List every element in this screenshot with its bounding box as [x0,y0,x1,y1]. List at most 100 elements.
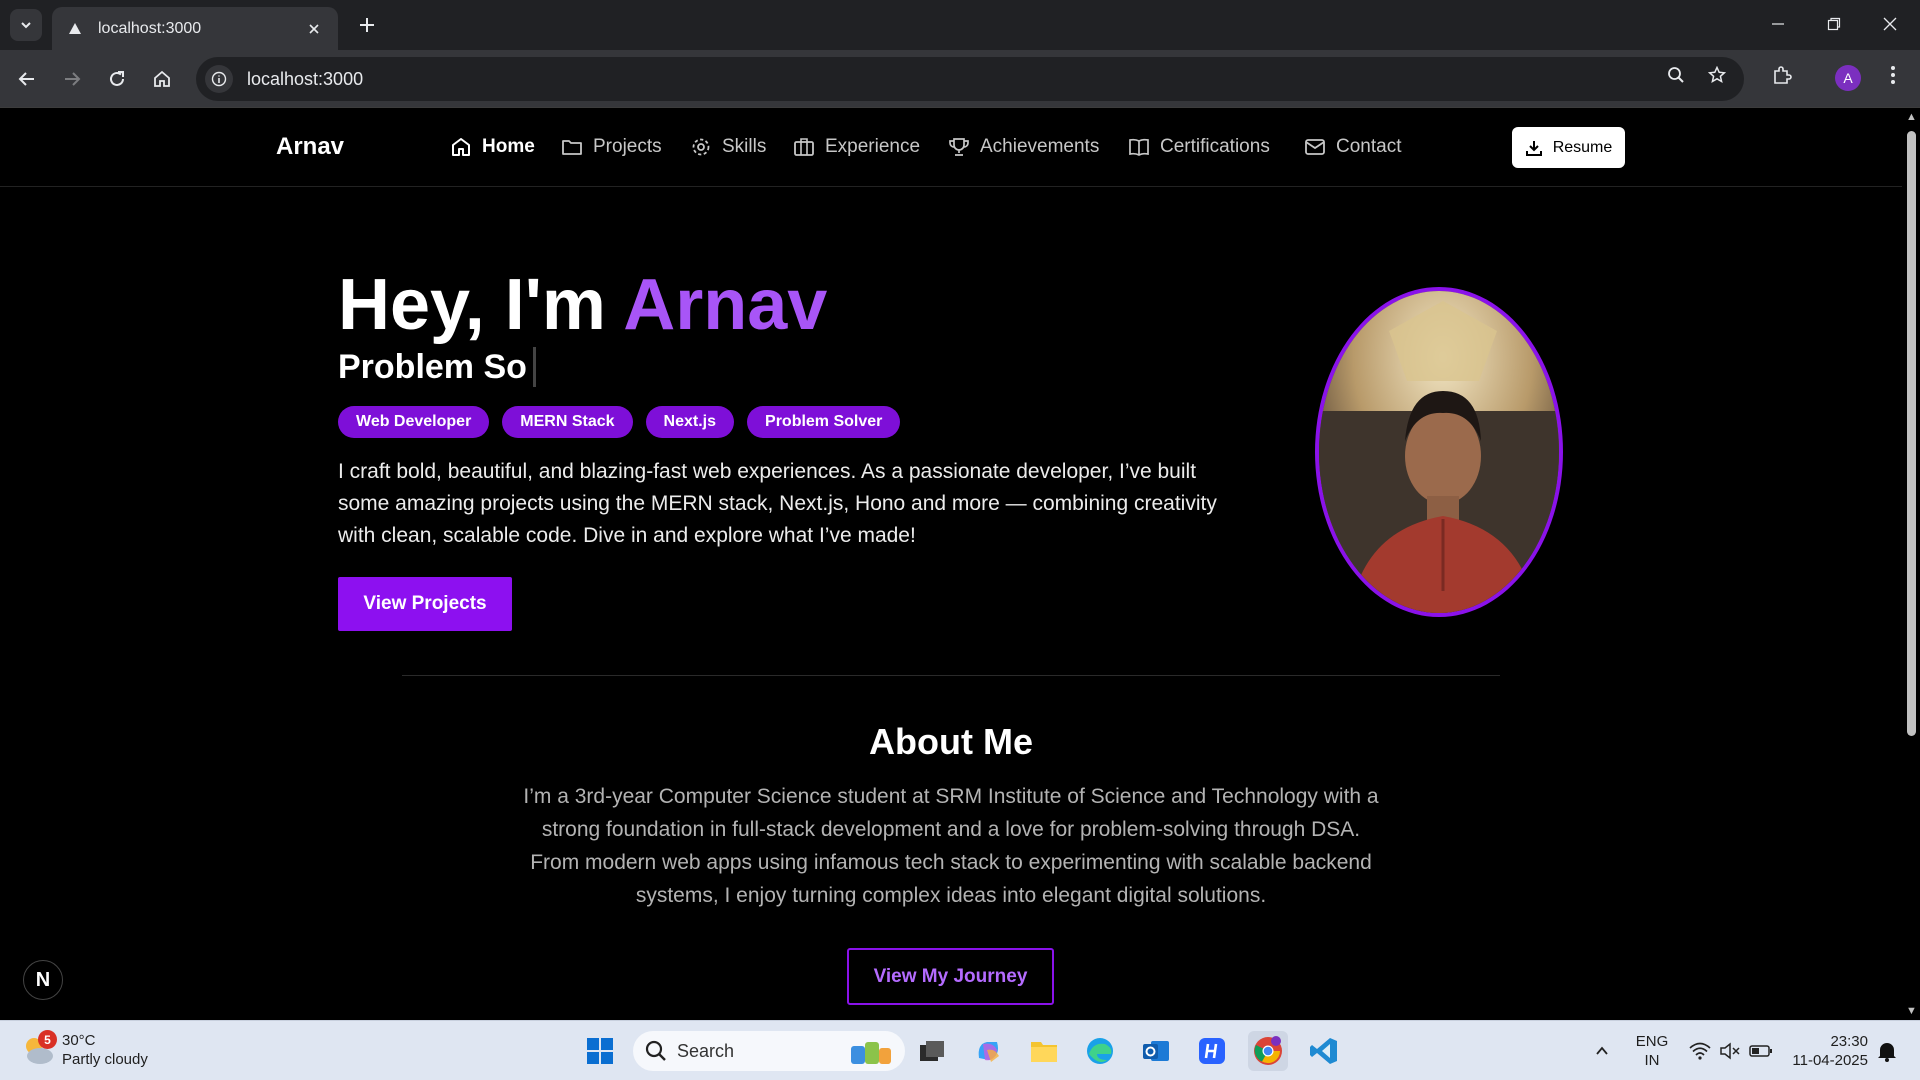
nav-label: Contact [1336,136,1402,157]
partly-cloudy-icon: 5 [20,1030,57,1068]
view-journey-button[interactable]: View My Journey [847,948,1054,1005]
edge-button[interactable] [1080,1031,1120,1071]
menu-button[interactable] [1878,60,1908,90]
outlook-icon [1143,1041,1169,1061]
nextjs-dev-indicator[interactable]: N [23,960,63,1000]
reload-button[interactable] [100,62,134,96]
clock-time: 23:30 [1830,1033,1868,1050]
extensions-button[interactable] [1767,60,1797,90]
close-icon [1883,17,1897,31]
puzzle-icon [1774,66,1792,84]
windows-taskbar: 5 30°C Partly cloudy Search ENG IN 23:30… [0,1020,1920,1080]
chevron-up-icon [1596,1046,1608,1055]
nav-label: Experience [825,136,921,157]
url-text[interactable]: localhost:3000 [247,69,363,90]
nav-label: Achievements [980,136,1100,157]
language-code: ENG [1635,1033,1669,1050]
site-info-icon[interactable] [205,65,233,93]
notifications-button[interactable] [1872,1031,1902,1071]
scroll-down-icon[interactable]: ▼ [1906,1006,1917,1017]
scroll-up-icon[interactable]: ▲ [1906,112,1917,123]
trophy-icon [949,138,969,156]
bell-icon [1878,1043,1896,1062]
hashnode-button[interactable] [1192,1031,1232,1071]
weather-widget[interactable]: 5 30°C Partly cloudy [20,1030,148,1069]
more-vert-icon [1891,66,1895,84]
about-text: I’m a 3rd-year Computer Science student … [523,785,1379,907]
minimize-button[interactable] [1750,0,1806,48]
nav-item-contact[interactable]: Contact [1304,133,1401,161]
tag-pill: Problem Solver [747,406,901,438]
scroll-thumb[interactable] [1907,131,1916,736]
windows-logo-icon [587,1038,613,1064]
view-projects-button[interactable]: View Projects [338,577,512,631]
restore-button[interactable] [1806,0,1862,48]
nav-label: Certifications [1160,136,1270,157]
home-button[interactable] [145,62,179,96]
about-title: About Me [869,721,1033,762]
quick-settings-button[interactable] [1676,1031,1786,1071]
back-button[interactable] [10,62,44,96]
nav-item-skills[interactable]: Skills [690,133,766,161]
file-explorer-button[interactable] [1024,1031,1064,1071]
language-indicator[interactable]: ENG IN [1632,1032,1672,1070]
chevron-down-icon [21,22,31,29]
nav-item-experience[interactable]: Experience [793,133,920,161]
nav-item-achievements[interactable]: Achievements [948,133,1099,161]
page-scrollbar[interactable]: ▲ ▼ [1902,109,1920,1020]
weather-desc: Partly cloudy [62,1051,148,1068]
vscode-icon [1310,1038,1337,1064]
nav-item-home[interactable]: Home [450,133,535,161]
hero-greeting: Hey, I'm [338,265,624,345]
bookmark-button[interactable] [1702,60,1732,90]
region-code: IN [1644,1052,1660,1069]
home-icon [452,138,470,156]
chrome-button[interactable] [1248,1031,1288,1071]
folder-icon [562,140,582,155]
web-page: Arnav Home Projects Skills Experience Ac… [0,109,1902,1020]
copilot-button[interactable] [968,1031,1008,1071]
taskbar-search[interactable]: Search [633,1031,905,1071]
profile-avatar[interactable]: A [1835,65,1861,91]
edge-icon [1087,1038,1113,1064]
tab-search-button[interactable] [10,9,42,41]
address-bar[interactable]: localhost:3000 [196,57,1744,101]
hero-heading: Hey, I'm Arnav [338,264,827,346]
nav-label: Skills [722,136,767,157]
mail-icon [1305,139,1325,155]
start-button[interactable] [580,1031,620,1071]
task-view-button[interactable] [912,1031,952,1071]
site-navbar: Arnav Home Projects Skills Experience Ac… [0,109,1902,187]
zoom-button[interactable] [1661,60,1691,90]
new-tab-button[interactable] [352,10,382,40]
arrow-right-icon [65,72,81,86]
reload-icon [110,71,124,86]
resume-button[interactable]: Resume [1512,127,1625,168]
copilot-icon [978,1042,999,1062]
folder-icon [1031,1042,1057,1062]
close-tab-icon[interactable] [304,19,324,39]
home-icon [154,70,170,87]
close-window-button[interactable] [1862,0,1918,48]
nav-item-projects[interactable]: Projects [561,133,662,161]
resume-label: Resume [1552,138,1613,156]
gear-icon [692,138,710,156]
nav-label: Projects [593,136,662,157]
browser-tab[interactable]: localhost:3000 [52,7,338,50]
search-highlight-icon [851,1042,891,1064]
minimize-icon [1772,23,1784,25]
download-icon [1525,140,1542,156]
hero-description: I craft bold, beautiful, and blazing-fas… [338,460,1217,547]
vscode-button[interactable] [1304,1031,1344,1071]
outlook-button[interactable] [1136,1031,1176,1071]
clock[interactable]: 23:30 11-04-2025 [1782,1032,1868,1070]
section-divider [402,675,1500,676]
site-brand[interactable]: Arnav [276,133,344,161]
show-hidden-icons-button[interactable] [1582,1031,1622,1071]
forward-button[interactable] [55,62,89,96]
typing-subtitle: Problem So [338,347,536,387]
tab-title: localhost:3000 [98,19,202,37]
nav-item-certifications[interactable]: Certifications [1128,133,1270,161]
typing-caret [532,347,536,387]
battery-icon [1749,1045,1772,1057]
